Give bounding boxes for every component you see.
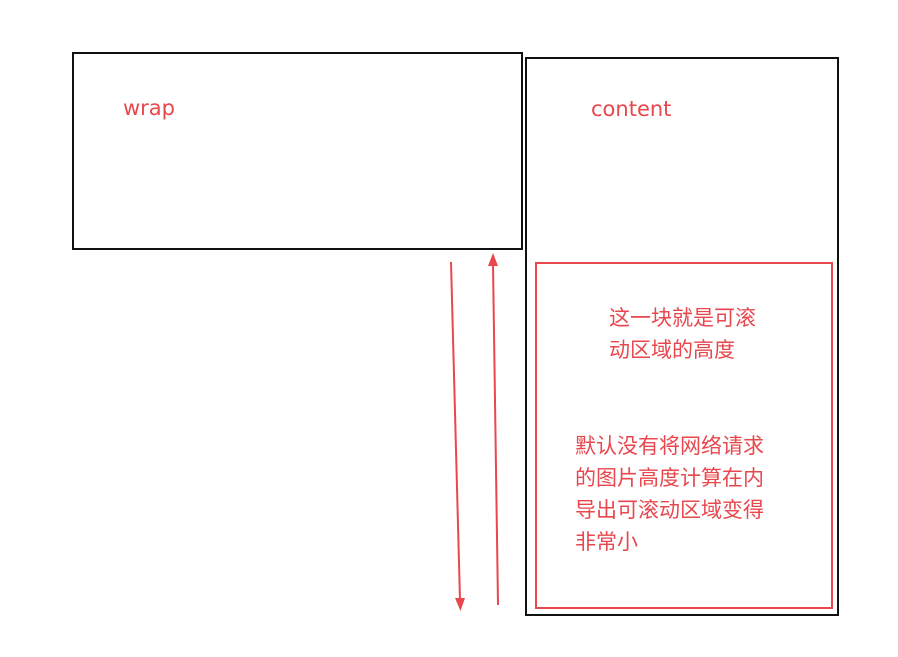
arrows — [450, 253, 499, 611]
arrow-up-icon — [488, 253, 499, 606]
arrow-down-icon — [450, 261, 465, 611]
